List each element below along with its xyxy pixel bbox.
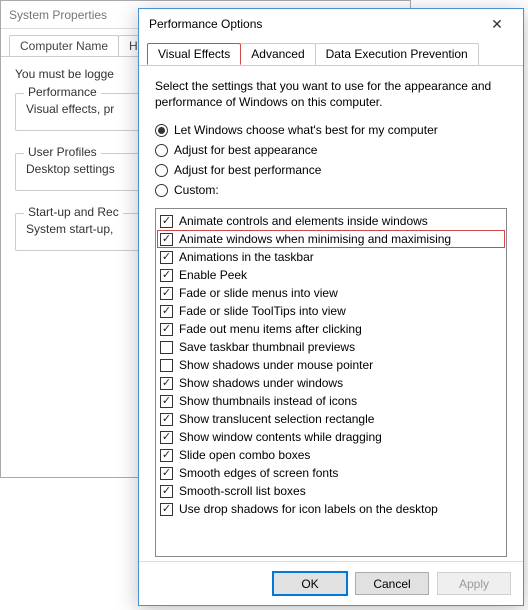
checkbox[interactable] — [160, 449, 173, 462]
effect-option-8[interactable]: Show shadows under mouse pointer — [160, 356, 502, 374]
checkbox[interactable] — [160, 359, 173, 372]
effect-option-7[interactable]: Save taskbar thumbnail previews — [160, 338, 502, 356]
performance-options-title: Performance Options — [149, 17, 477, 31]
effect-option-label: Show shadows under mouse pointer — [179, 357, 373, 373]
effect-option-label: Fade or slide menus into view — [179, 285, 338, 301]
effect-option-label: Animate controls and elements inside win… — [179, 213, 428, 229]
effect-option-label: Animate windows when minimising and maxi… — [179, 231, 451, 247]
close-button[interactable]: ✕ — [477, 11, 517, 37]
apply-button: Apply — [437, 572, 511, 595]
effect-option-label: Fade or slide ToolTips into view — [179, 303, 346, 319]
tab-computer-name[interactable]: Computer Name — [9, 35, 119, 56]
checkbox[interactable] — [160, 287, 173, 300]
checkbox[interactable] — [160, 431, 173, 444]
effect-option-2[interactable]: Animations in the taskbar — [160, 248, 502, 266]
ok-button[interactable]: OK — [273, 572, 347, 595]
tab-advanced[interactable]: Advanced — [240, 43, 315, 65]
system-properties-title: System Properties — [9, 8, 107, 22]
effect-option-9[interactable]: Show shadows under windows — [160, 374, 502, 392]
performance-options-titlebar: Performance Options ✕ — [139, 9, 523, 39]
checkbox[interactable] — [160, 305, 173, 318]
effect-option-label: Use drop shadows for icon labels on the … — [179, 501, 438, 517]
dialog-buttons: OK Cancel Apply — [139, 561, 523, 605]
radio-option-1[interactable]: Adjust for best appearance — [155, 140, 507, 160]
radio-option-2[interactable]: Adjust for best performance — [155, 160, 507, 180]
checkbox[interactable] — [160, 395, 173, 408]
radio-label: Adjust for best performance — [174, 163, 321, 177]
checkbox[interactable] — [160, 215, 173, 228]
effect-option-6[interactable]: Fade out menu items after clicking — [160, 320, 502, 338]
effect-option-label: Smooth edges of screen fonts — [179, 465, 338, 481]
cancel-button[interactable]: Cancel — [355, 572, 429, 595]
checkbox[interactable] — [160, 251, 173, 264]
tab-dep[interactable]: Data Execution Prevention — [315, 43, 479, 65]
effect-option-1[interactable]: Animate windows when minimising and maxi… — [157, 230, 505, 248]
effect-option-11[interactable]: Show translucent selection rectangle — [160, 410, 502, 428]
radio-option-3[interactable]: Custom: — [155, 180, 507, 200]
checkbox[interactable] — [160, 341, 173, 354]
checkbox[interactable] — [160, 269, 173, 282]
effect-option-4[interactable]: Fade or slide menus into view — [160, 284, 502, 302]
effect-option-label: Show thumbnails instead of icons — [179, 393, 357, 409]
group-startup-legend: Start-up and Rec — [24, 205, 123, 219]
performance-options-dialog: Performance Options ✕ Visual Effects Adv… — [138, 8, 524, 606]
tab-visual-effects[interactable]: Visual Effects — [147, 43, 241, 65]
performance-options-tabs: Visual Effects Advanced Data Execution P… — [139, 39, 523, 66]
effect-option-3[interactable]: Enable Peek — [160, 266, 502, 284]
effect-option-10[interactable]: Show thumbnails instead of icons — [160, 392, 502, 410]
radio-indicator[interactable] — [155, 144, 168, 157]
close-icon: ✕ — [491, 16, 503, 33]
effect-option-label: Slide open combo boxes — [179, 447, 310, 463]
effect-option-label: Animations in the taskbar — [179, 249, 314, 265]
effect-option-label: Save taskbar thumbnail previews — [179, 339, 355, 355]
radio-indicator[interactable] — [155, 124, 168, 137]
checkbox[interactable] — [160, 323, 173, 336]
effect-option-13[interactable]: Slide open combo boxes — [160, 446, 502, 464]
effect-option-label: Show window contents while dragging — [179, 429, 382, 445]
effect-option-16[interactable]: Use drop shadows for icon labels on the … — [160, 500, 502, 518]
effect-option-label: Smooth-scroll list boxes — [179, 483, 306, 499]
intro-text: Select the settings that you want to use… — [155, 78, 507, 110]
mode-radio-group: Let Windows choose what's best for my co… — [155, 120, 507, 200]
radio-indicator[interactable] — [155, 184, 168, 197]
radio-label: Custom: — [174, 183, 219, 197]
group-user-profiles-legend: User Profiles — [24, 145, 101, 159]
effect-option-14[interactable]: Smooth edges of screen fonts — [160, 464, 502, 482]
checkbox[interactable] — [160, 377, 173, 390]
effect-option-0[interactable]: Animate controls and elements inside win… — [160, 212, 502, 230]
radio-indicator[interactable] — [155, 164, 168, 177]
effect-option-15[interactable]: Smooth-scroll list boxes — [160, 482, 502, 500]
radio-label: Let Windows choose what's best for my co… — [174, 123, 438, 137]
effect-option-12[interactable]: Show window contents while dragging — [160, 428, 502, 446]
checkbox[interactable] — [160, 467, 173, 480]
group-performance-legend: Performance — [24, 85, 101, 99]
effect-option-label: Enable Peek — [179, 267, 247, 283]
effects-listbox[interactable]: Animate controls and elements inside win… — [155, 208, 507, 557]
effect-option-label: Fade out menu items after clicking — [179, 321, 362, 337]
radio-label: Adjust for best appearance — [174, 143, 317, 157]
checkbox[interactable] — [160, 413, 173, 426]
effect-option-label: Show translucent selection rectangle — [179, 411, 374, 427]
checkbox[interactable] — [160, 233, 173, 246]
radio-option-0[interactable]: Let Windows choose what's best for my co… — [155, 120, 507, 140]
checkbox[interactable] — [160, 485, 173, 498]
checkbox[interactable] — [160, 503, 173, 516]
effect-option-5[interactable]: Fade or slide ToolTips into view — [160, 302, 502, 320]
visual-effects-panel: Select the settings that you want to use… — [139, 66, 523, 561]
effect-option-label: Show shadows under windows — [179, 375, 343, 391]
